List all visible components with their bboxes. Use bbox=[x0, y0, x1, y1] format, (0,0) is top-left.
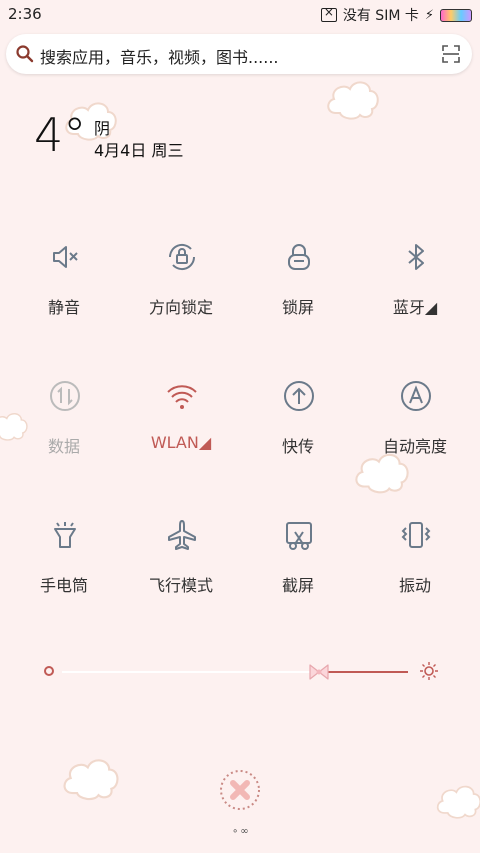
tile-quick-share[interactable]: 快传 bbox=[238, 379, 358, 479]
cloud-decoration bbox=[63, 759, 119, 801]
tile-bluetooth[interactable]: 蓝牙◢ bbox=[355, 240, 475, 340]
tile-rotation-lock[interactable]: 方向锁定 bbox=[121, 240, 241, 340]
tile-screenshot[interactable]: 截屏 bbox=[238, 518, 358, 618]
vibrate-icon bbox=[401, 522, 431, 548]
search-bar[interactable]: 搜索应用，音乐，视频，图书...... bbox=[6, 34, 472, 74]
tile-label: 方向锁定 bbox=[148, 298, 213, 317]
page-indicator: ∘∞ bbox=[232, 826, 251, 837]
cloud-decoration bbox=[436, 785, 480, 819]
tile-label: 锁屏 bbox=[281, 298, 314, 317]
brightness-min-icon bbox=[44, 666, 54, 676]
search-input[interactable]: 搜索应用，音乐，视频，图书...... bbox=[40, 44, 279, 68]
airplane-icon bbox=[168, 520, 196, 550]
tile-lock-screen[interactable]: 锁屏 bbox=[238, 240, 358, 340]
tile-label: 自动亮度 bbox=[382, 437, 447, 456]
wifi-icon bbox=[167, 385, 197, 409]
tile-label: WLAN◢ bbox=[150, 433, 212, 452]
tile-label: 快传 bbox=[281, 437, 314, 456]
mute-icon bbox=[53, 246, 78, 268]
close-icon[interactable] bbox=[218, 768, 262, 812]
status-bar: 2:36 没有 SIM 卡 ⚡ bbox=[0, 0, 480, 28]
weather-condition: 阴 bbox=[94, 119, 111, 138]
charging-icon: ⚡ bbox=[424, 7, 434, 23]
flashlight-icon bbox=[54, 522, 76, 548]
brightness-slider-thumb[interactable] bbox=[308, 662, 330, 682]
bluetooth-icon bbox=[408, 244, 424, 270]
status-right: 没有 SIM 卡 ⚡ bbox=[320, 5, 472, 25]
search-icon bbox=[16, 45, 34, 63]
temperature: 4° bbox=[34, 108, 87, 162]
tile-mobile-data[interactable]: 数据 bbox=[4, 379, 124, 479]
battery-icon bbox=[440, 8, 472, 22]
brightness-max-icon bbox=[420, 662, 438, 680]
screenshot-icon bbox=[286, 522, 312, 550]
tile-label: 蓝牙◢ bbox=[392, 298, 438, 317]
date-text: 4月4日 周三 bbox=[94, 141, 184, 160]
tile-label: 手电筒 bbox=[39, 576, 88, 595]
tile-label: 数据 bbox=[47, 437, 80, 456]
tile-wlan[interactable]: WLAN◢ bbox=[121, 379, 241, 479]
lock-icon bbox=[288, 244, 310, 270]
no-sim-icon bbox=[320, 5, 337, 22]
carrier-text: 没有 SIM 卡 bbox=[342, 8, 419, 24]
tile-vibrate[interactable]: 振动 bbox=[355, 518, 475, 618]
tile-airplane[interactable]: 飞行模式 bbox=[121, 518, 241, 618]
mobile-data-icon bbox=[50, 381, 80, 411]
tile-mute[interactable]: 静音 bbox=[4, 240, 124, 340]
cloud-decoration bbox=[327, 81, 379, 120]
tile-label: 静音 bbox=[47, 298, 80, 317]
tile-auto-brightness[interactable]: 自动亮度 bbox=[355, 379, 475, 479]
quick-share-icon bbox=[284, 381, 314, 411]
tile-label: 截屏 bbox=[281, 576, 314, 595]
tile-flashlight[interactable]: 手电筒 bbox=[4, 518, 124, 618]
status-time: 2:36 bbox=[8, 5, 42, 23]
auto-brightness-icon bbox=[401, 381, 431, 411]
tile-label: 飞行模式 bbox=[148, 576, 213, 595]
scan-icon[interactable] bbox=[442, 45, 460, 63]
brightness-slider-fill bbox=[318, 671, 408, 673]
tile-label: 振动 bbox=[398, 576, 431, 595]
rotation-lock-icon bbox=[168, 243, 196, 271]
